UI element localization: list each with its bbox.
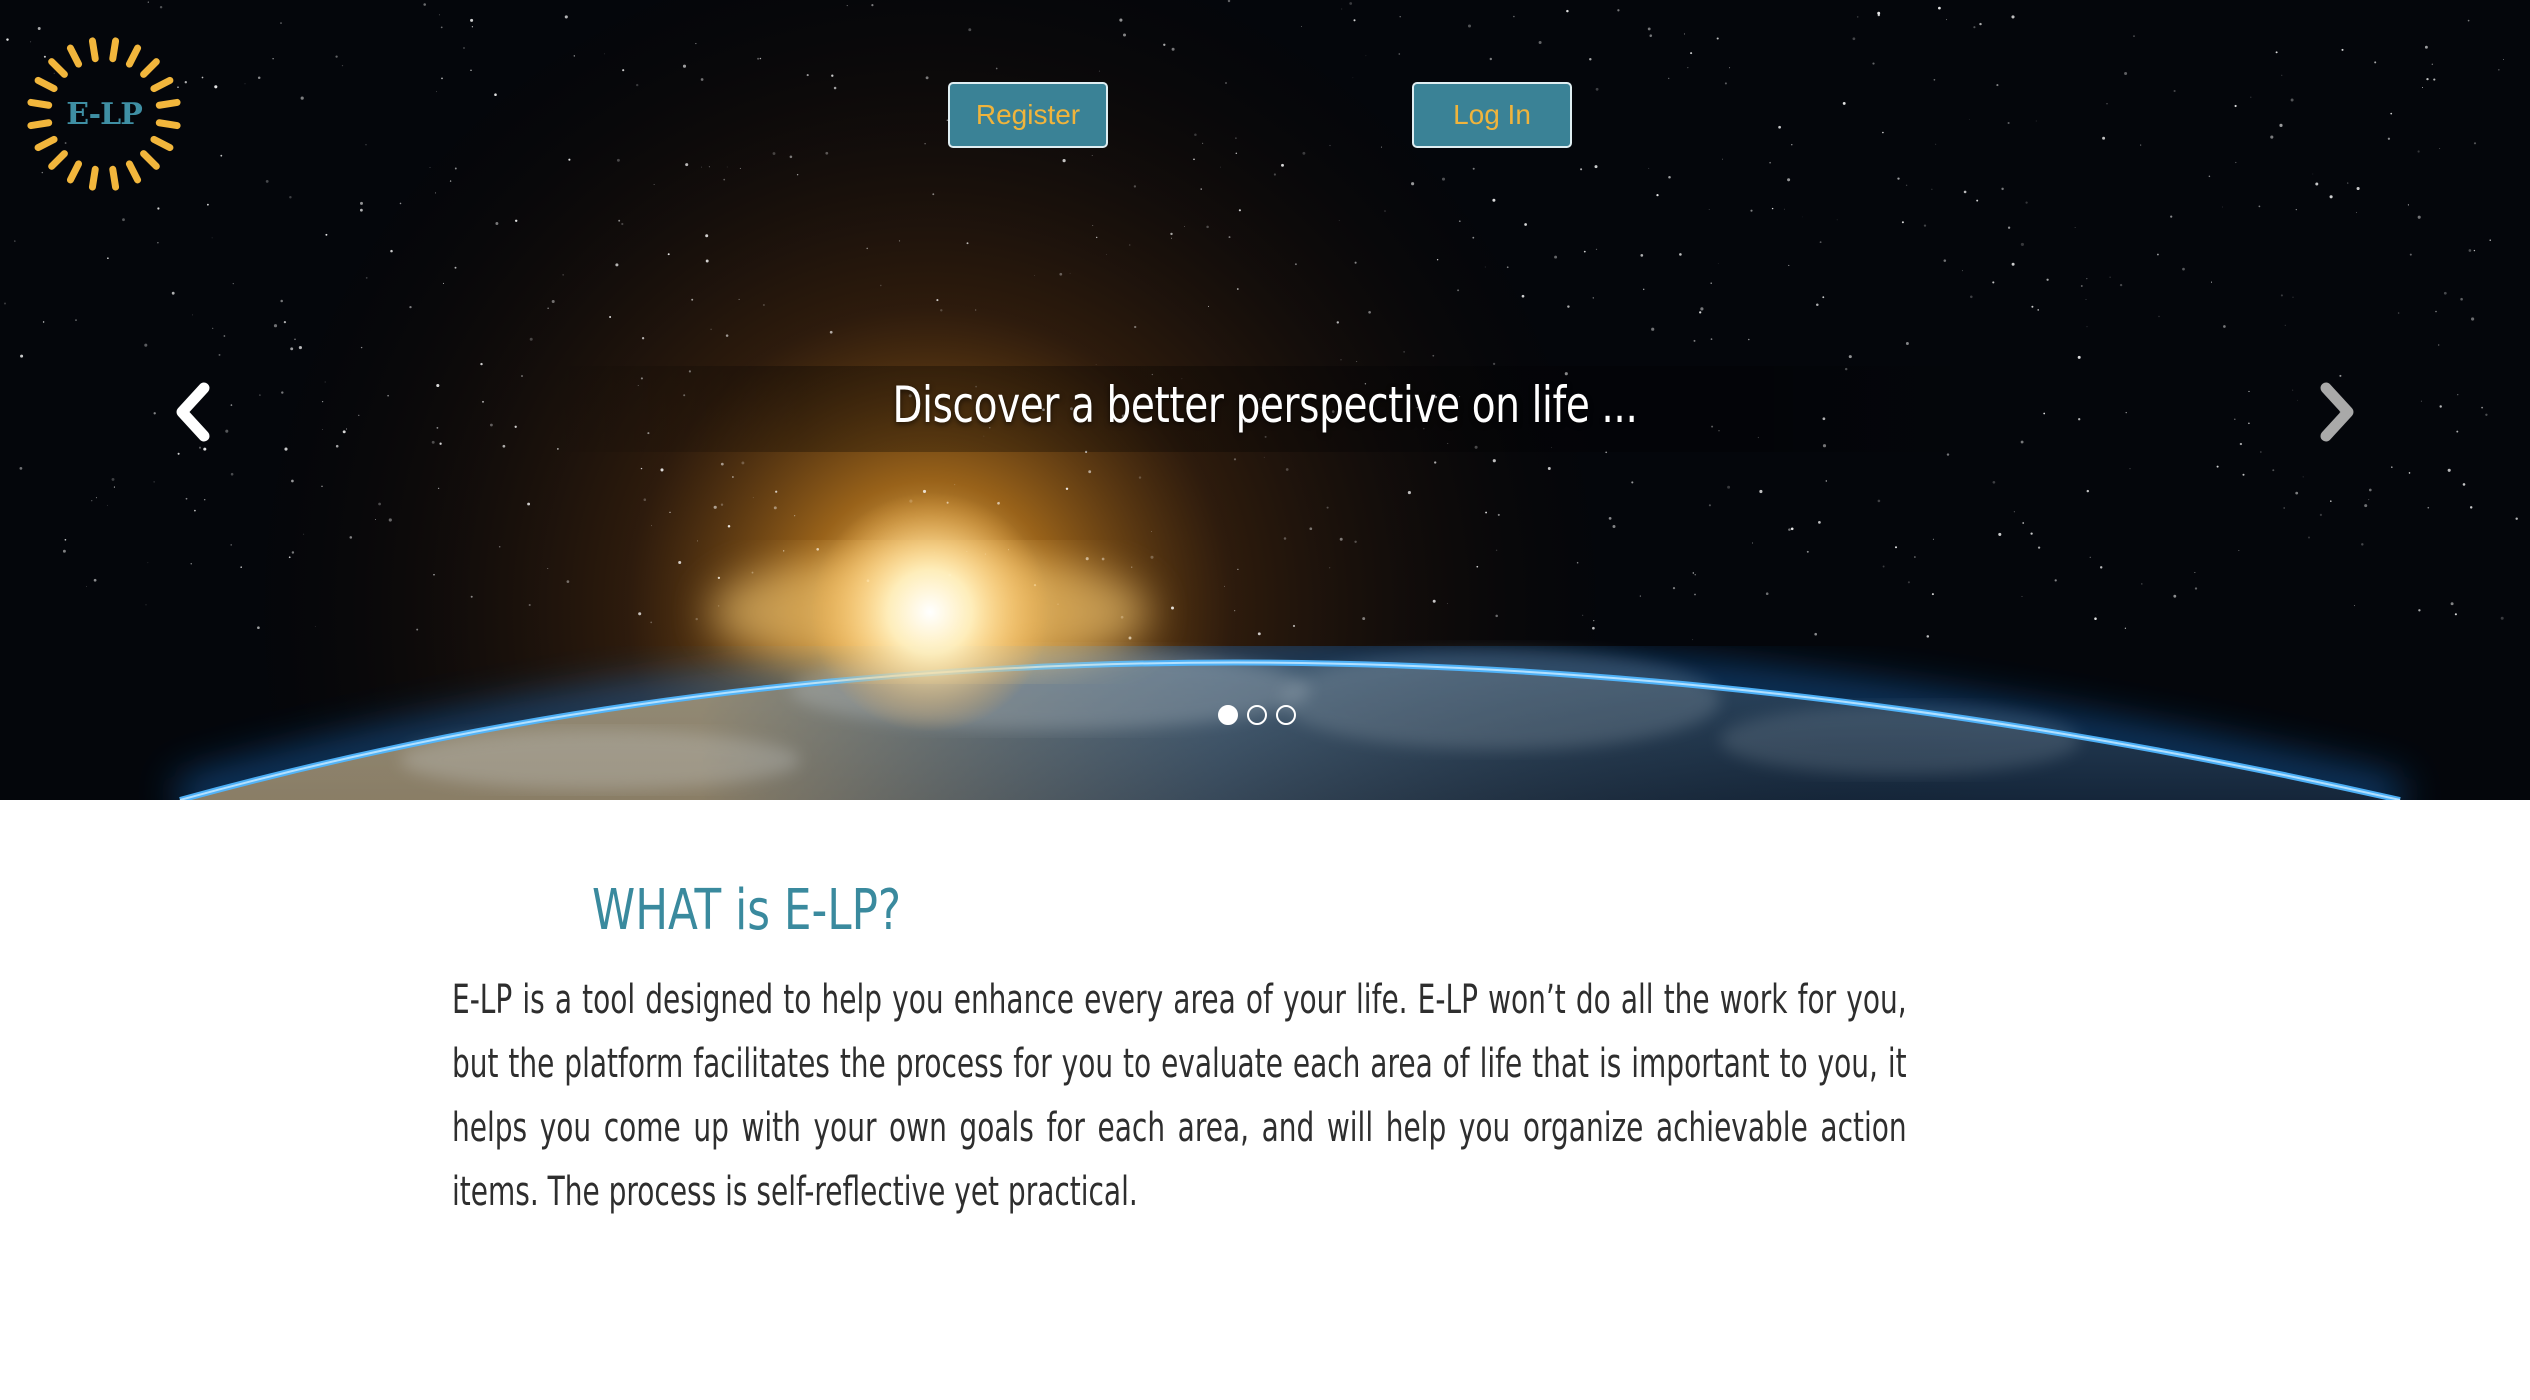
carousel-indicator-2[interactable] bbox=[1247, 705, 1267, 725]
about-description: E-LP is a tool designed to help you enha… bbox=[452, 977, 1907, 1215]
logo-text: E-LP bbox=[66, 96, 143, 132]
about-heading: WHAT is E-LP? bbox=[592, 878, 902, 943]
carousel-indicator-3[interactable] bbox=[1276, 705, 1296, 725]
carousel-indicator-1[interactable] bbox=[1218, 705, 1238, 725]
chevron-right-icon bbox=[2320, 382, 2354, 442]
carousel-next-button[interactable] bbox=[2300, 372, 2370, 452]
chevron-left-icon bbox=[176, 382, 210, 442]
hero-carousel: E-LP Register Log In Discover a better p… bbox=[0, 0, 2530, 800]
elp-logo[interactable]: E-LP bbox=[24, 34, 184, 194]
register-button[interactable]: Register bbox=[948, 82, 1108, 148]
carousel-caption: Discover a better perspective on life ..… bbox=[892, 376, 1638, 434]
carousel-prev-button[interactable] bbox=[160, 372, 230, 452]
carousel-indicators bbox=[1218, 705, 1296, 725]
login-button[interactable]: Log In bbox=[1412, 82, 1572, 148]
